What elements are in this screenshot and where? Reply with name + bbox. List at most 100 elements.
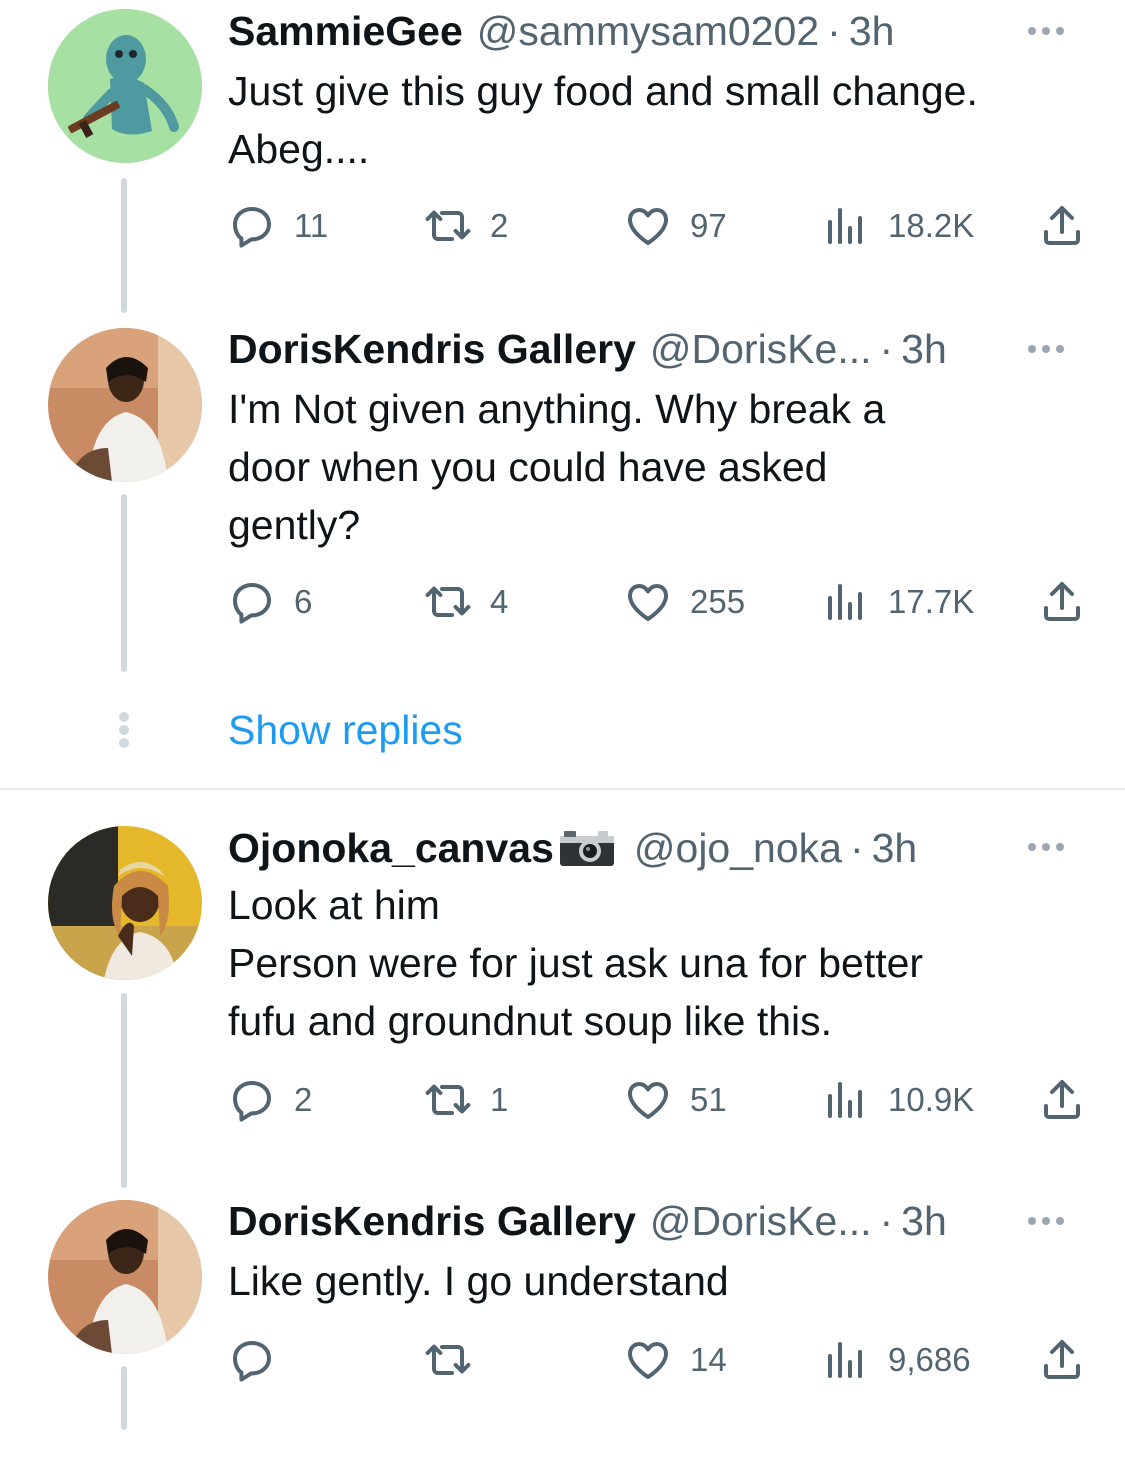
tweet[interactable]: Ojonoka_canvas @ojo_noka · 3h Look at hi… <box>0 818 1125 1188</box>
tweet-text-line: Just give this guy food and small change… <box>228 68 978 114</box>
heart-icon <box>624 578 672 626</box>
tweet-actions: 14 9,686 <box>228 1330 1088 1390</box>
more-icon[interactable] <box>1028 840 1074 854</box>
tweet-text-line: Look at him <box>228 882 440 928</box>
display-name[interactable]: Ojonoka_canvas <box>228 823 554 873</box>
like-button[interactable]: 255 <box>624 572 745 632</box>
reply-icon <box>228 1076 276 1124</box>
timestamp[interactable]: 3h <box>901 1196 947 1246</box>
timestamp[interactable]: 3h <box>901 324 947 374</box>
share-icon <box>1038 1076 1086 1124</box>
like-count: 51 <box>690 1081 727 1118</box>
views-count: 18.2K <box>888 207 975 244</box>
user-handle[interactable]: @ojo_noka <box>634 823 842 873</box>
more-icon[interactable] <box>1028 342 1074 356</box>
separator: · <box>879 326 894 372</box>
retweet-button[interactable]: 1 <box>424 1070 508 1130</box>
heart-icon <box>624 1076 672 1124</box>
share-button[interactable] <box>1038 572 1086 632</box>
views-count: 9,686 <box>888 1341 971 1378</box>
separator: · <box>879 1198 894 1244</box>
like-count: 255 <box>690 583 746 620</box>
reply-count: 6 <box>294 583 313 620</box>
tweet-text-line: door when you could have asked <box>228 444 828 490</box>
views-button[interactable]: 18.2K <box>822 196 974 256</box>
avatar[interactable] <box>48 9 202 163</box>
tweet-actions: 11 2 97 18.2K <box>228 196 1088 256</box>
tweet-text: Just give this guy food and small change… <box>228 62 1088 178</box>
reply-button[interactable]: 6 <box>228 572 312 632</box>
reply-icon <box>228 578 276 626</box>
retweet-icon <box>424 578 472 626</box>
heart-icon <box>624 1336 672 1384</box>
share-button[interactable] <box>1038 1330 1086 1390</box>
display-name[interactable]: DorisKendris Gallery <box>228 1196 636 1246</box>
tweet-text-line: Abeg.... <box>228 126 370 172</box>
more-icon[interactable] <box>1028 1214 1074 1228</box>
share-icon <box>1038 578 1086 626</box>
separator: · <box>849 825 864 871</box>
tweet-text: Like gently. I go understand <box>228 1252 1088 1310</box>
tweet-text: Look at him Person were for just ask una… <box>228 876 1088 1050</box>
share-button[interactable] <box>1038 196 1086 256</box>
views-button[interactable]: 17.7K <box>822 572 974 632</box>
like-count: 97 <box>690 207 727 244</box>
heart-icon <box>624 202 672 250</box>
reply-button[interactable] <box>228 1330 294 1390</box>
tweet-text: I'm Not given anything. Why break a door… <box>228 380 1088 554</box>
views-icon <box>822 202 870 250</box>
timestamp[interactable]: 3h <box>849 6 895 56</box>
retweet-button[interactable]: 2 <box>424 196 508 256</box>
show-replies-link[interactable]: Show replies <box>228 700 463 760</box>
reply-count: 2 <box>294 1081 313 1118</box>
user-handle[interactable]: @DorisKe... <box>650 1196 872 1246</box>
tweet-text-line: Person were for just ask una for better <box>228 940 924 986</box>
tweet-actions: 6 4 255 17.7K <box>228 572 1088 632</box>
retweet-icon <box>424 1336 472 1384</box>
like-button[interactable]: 51 <box>624 1070 727 1130</box>
thread-line <box>121 1366 127 1430</box>
retweet-button[interactable] <box>424 1330 490 1390</box>
more-icon[interactable] <box>1028 24 1074 38</box>
tweet-actions: 2 1 51 10.9K <box>228 1070 1088 1130</box>
avatar[interactable] <box>48 328 202 482</box>
separator: · <box>827 8 841 54</box>
tweet-text-line: I'm Not given anything. Why break a <box>228 386 886 432</box>
share-icon <box>1038 202 1086 250</box>
display-name[interactable]: SammieGee <box>228 6 463 56</box>
tweet[interactable]: DorisKendris Gallery @DorisKe... · 3h Li… <box>0 1192 1125 1459</box>
views-button[interactable]: 10.9K <box>822 1070 974 1130</box>
tweet-header: DorisKendris Gallery @DorisKe... · 3h <box>228 1196 947 1246</box>
thread-line <box>121 178 127 313</box>
retweet-button[interactable]: 4 <box>424 572 508 632</box>
retweet-count: 2 <box>490 207 509 244</box>
divider <box>0 788 1125 790</box>
timestamp[interactable]: 3h <box>872 823 918 873</box>
tweet[interactable]: DorisKendris Gallery @DorisKe... · 3h I'… <box>0 320 1125 680</box>
retweet-count: 1 <box>490 1081 509 1118</box>
like-button[interactable]: 14 <box>624 1330 727 1390</box>
collapsed-thread-icon <box>118 712 130 748</box>
views-count: 10.9K <box>888 1081 975 1118</box>
like-button[interactable]: 97 <box>624 196 727 256</box>
tweet-text-line: fufu and groundnut soup like this. <box>228 998 833 1044</box>
user-handle[interactable]: @DorisKe... <box>650 324 872 374</box>
avatar[interactable] <box>48 826 202 980</box>
thread-line <box>121 494 127 672</box>
display-name[interactable]: DorisKendris Gallery <box>228 324 636 374</box>
views-button[interactable]: 9,686 <box>822 1330 971 1390</box>
avatar[interactable] <box>48 1200 202 1354</box>
views-icon <box>822 578 870 626</box>
share-button[interactable] <box>1038 1070 1086 1130</box>
reply-button[interactable]: 11 <box>228 196 328 256</box>
user-handle[interactable]: @sammysam0202 <box>477 6 819 56</box>
share-icon <box>1038 1336 1086 1384</box>
retweet-count: 4 <box>490 583 509 620</box>
retweet-icon <box>424 202 472 250</box>
tweet[interactable]: SammieGee @sammysam0202 · 3h Just give t… <box>0 0 1125 313</box>
retweet-icon <box>424 1076 472 1124</box>
reply-count: 11 <box>294 207 329 244</box>
reply-icon <box>228 202 276 250</box>
reply-button[interactable]: 2 <box>228 1070 312 1130</box>
tweet-header: Ojonoka_canvas @ojo_noka · 3h <box>228 822 917 872</box>
